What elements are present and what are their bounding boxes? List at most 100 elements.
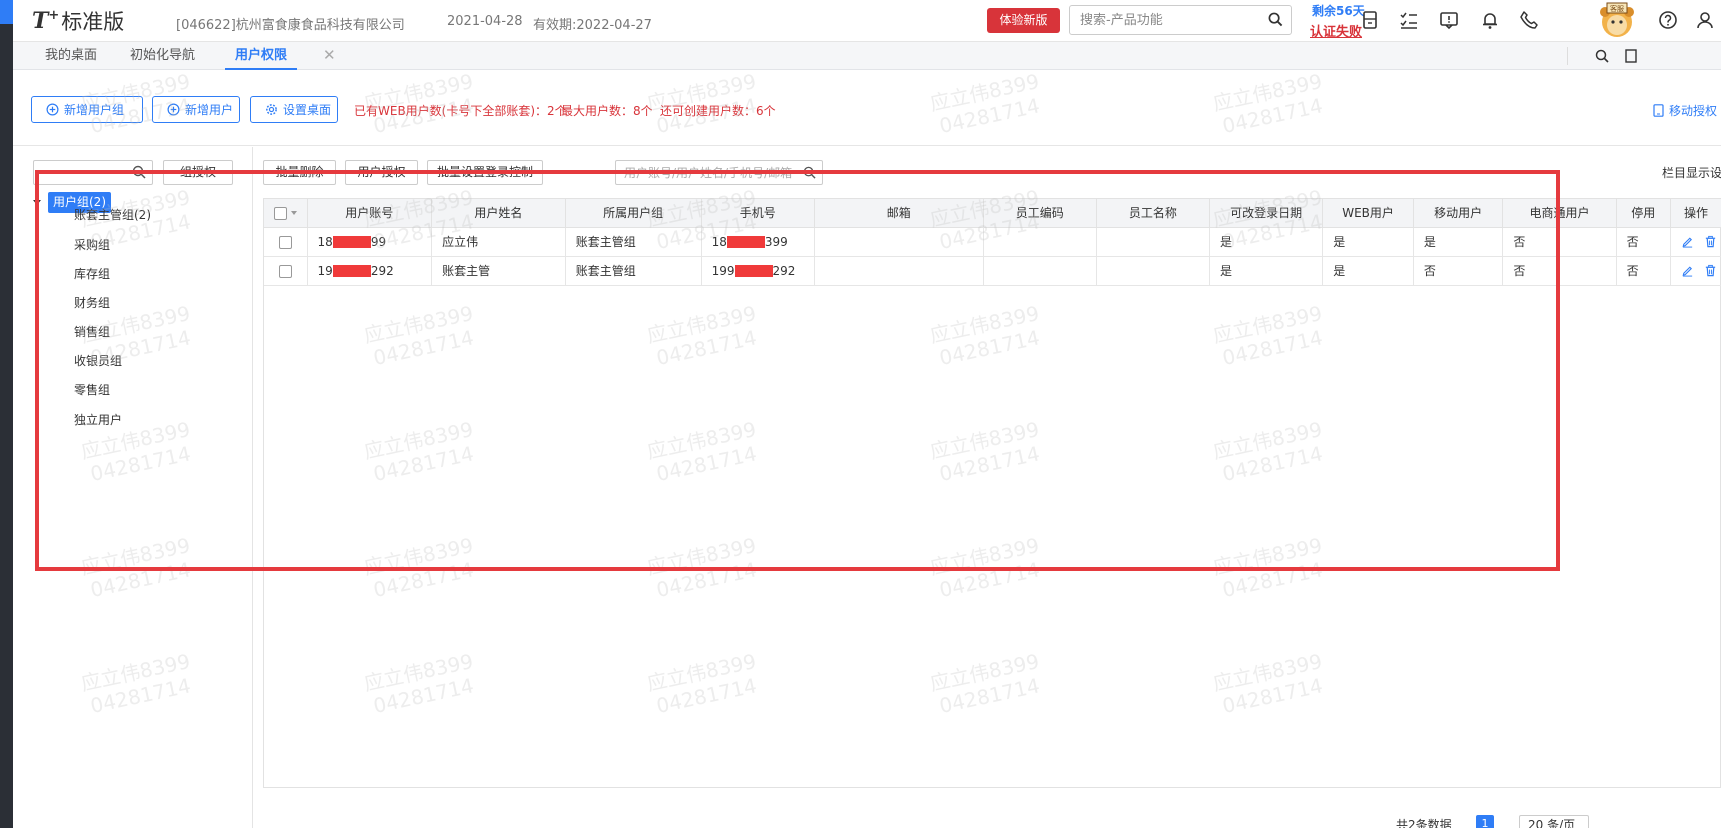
tree-item-admin-group[interactable]: 账套主管组(2) [74, 206, 151, 223]
tree-item-independent-users[interactable]: 独立用户 [74, 411, 122, 428]
app-window: T + 标准版 [046622]杭州富食康食品科技有限公司 2021-04-28 有… [13, 0, 1721, 828]
tree-item-retail-group[interactable]: 零售组 [74, 381, 110, 398]
user-list-panel: 批量删除 用户授权 批量设置登录控制 栏目显示设置 用户账号 用户姓名 [254, 147, 1721, 828]
phone-cell: 18 399 [701, 227, 815, 257]
redaction-bar [332, 265, 371, 277]
notification-bell-icon[interactable] [1479, 9, 1501, 31]
column-header[interactable]: 停用 [1616, 199, 1671, 228]
edit-icon[interactable] [1681, 264, 1694, 277]
disabled-cell: 否 [1616, 227, 1671, 257]
column-header[interactable]: 移动用户 [1413, 199, 1504, 228]
product-search-input[interactable] [1070, 6, 1255, 34]
auth-failed-link[interactable]: 认证失败 [1310, 21, 1362, 40]
table-row[interactable]: 18 99 应立伟 账套主管组 18 399 是 是 是 否 否 [264, 227, 1721, 257]
tree-item-sales-group[interactable]: 销售组 [74, 323, 110, 340]
plus-circle-icon [167, 103, 180, 116]
close-tab-icon[interactable]: ✕ [323, 46, 336, 64]
try-new-version-button[interactable]: 体验新版 [987, 8, 1060, 33]
group-cell: 账套主管组 [565, 256, 702, 286]
message-icon[interactable] [1438, 9, 1460, 31]
customer-service-mascot-icon[interactable]: 客服 [1596, 0, 1638, 40]
column-header[interactable]: 员工名称 [1096, 199, 1211, 228]
add-user-group-button[interactable]: 新增用户组 [31, 96, 143, 123]
task-list-icon[interactable] [1398, 9, 1420, 31]
column-header[interactable]: 员工编码 [983, 199, 1097, 228]
page-number-button[interactable]: 1 [1476, 815, 1494, 828]
calculator-icon[interactable] [1359, 9, 1381, 31]
search-icon[interactable] [132, 165, 146, 179]
table-row[interactable]: 19 292 账套主管 账套主管组 199 292 是 是 否 否 否 [264, 256, 1721, 286]
column-header[interactable]: 邮箱 [814, 199, 984, 228]
group-search-input[interactable] [33, 160, 153, 185]
phone-cell: 199 292 [701, 256, 815, 286]
column-header[interactable]: 可改登录日期 [1209, 199, 1324, 228]
mascot-label: 客服 [1610, 4, 1624, 13]
set-desktop-button[interactable]: 设置桌面 [250, 96, 338, 123]
tree-item-finance-group[interactable]: 财务组 [74, 294, 110, 311]
column-header[interactable]: 电商通用户 [1502, 199, 1617, 228]
user-authorize-button[interactable]: 用户授权 [345, 160, 418, 185]
product-search [1069, 5, 1292, 35]
select-all-header[interactable] [264, 199, 308, 228]
account-cell: 19 292 [307, 256, 433, 286]
column-header[interactable]: 用户姓名 [431, 199, 566, 228]
product-logo[interactable]: T + 标准版 [32, 7, 124, 35]
mobile-phone-icon [1653, 104, 1664, 117]
batch-delete-button[interactable]: 批量删除 [263, 160, 336, 185]
help-icon[interactable] [1657, 9, 1679, 31]
page-size-select[interactable]: 20 条/页 [1519, 815, 1589, 828]
user-table: 用户账号 用户姓名 所属用户组 手机号 邮箱 员工编码 员工名称 可改登录日期 … [263, 198, 1721, 788]
column-header[interactable]: 手机号 [701, 199, 815, 228]
account-cell: 18 99 [307, 227, 433, 257]
tab-search-icon[interactable] [1595, 49, 1609, 63]
column-header[interactable]: 用户账号 [307, 199, 433, 228]
tree-item-purchase-group[interactable]: 采购组 [74, 236, 110, 253]
column-header[interactable]: 所属用户组 [565, 199, 702, 228]
delete-icon[interactable] [1704, 235, 1717, 248]
operations-cell [1670, 227, 1721, 257]
expand-icon[interactable] [1625, 49, 1637, 63]
row-checkbox[interactable] [278, 235, 292, 249]
employee-name-cell [1096, 227, 1211, 257]
search-icon[interactable] [803, 166, 816, 179]
chevron-down-icon[interactable] [290, 211, 297, 216]
row-select-cell[interactable] [264, 227, 308, 257]
logo-plus: + [48, 7, 59, 23]
select-all-checkbox[interactable] [273, 206, 287, 220]
delete-icon[interactable] [1704, 264, 1717, 277]
window-edge [0, 0, 13, 828]
tab-my-desktop[interactable]: 我的桌面 [45, 42, 97, 70]
mobile-auth-link[interactable]: 移动授权 [1653, 102, 1717, 119]
employee-name-cell [1096, 256, 1211, 286]
phone-icon[interactable] [1518, 9, 1540, 31]
edit-icon[interactable] [1681, 235, 1694, 248]
user-search [615, 160, 823, 185]
tree-item-cashier-group[interactable]: 收银员组 [74, 352, 122, 369]
user-account-icon[interactable] [1694, 9, 1716, 31]
ecommerce-user-cell: 否 [1502, 227, 1617, 257]
remaining-days: 剩余56天 [1312, 4, 1365, 18]
group-authorize-button[interactable]: 组授权 [163, 160, 233, 185]
caret-down-icon[interactable] [33, 199, 41, 205]
add-user-button[interactable]: 新增用户 [152, 96, 240, 123]
tab-user-permission[interactable]: 用户权限 [225, 42, 298, 70]
available-user-count: 还可创建用户数：6个 [660, 104, 776, 118]
column-header[interactable]: WEB用户 [1322, 199, 1414, 228]
window-edge-mark [0, 0, 13, 24]
tab-init-guide[interactable]: 初始化导航 [130, 42, 195, 70]
tree-item-inventory-group[interactable]: 库存组 [74, 265, 110, 282]
search-icon[interactable] [1268, 12, 1283, 27]
gear-icon [266, 104, 277, 115]
user-group-panel: 组授权 用户组(2) 账套主管组(2) 采购组 库存组 财务组 销售组 收银员组… [13, 147, 253, 828]
add-user-label: 新增用户 [185, 103, 234, 117]
ecommerce-user-cell: 否 [1502, 256, 1617, 286]
email-cell [814, 227, 984, 257]
column-display-settings-link[interactable]: 栏目显示设置 [1662, 164, 1721, 181]
redaction-bar [734, 265, 773, 277]
email-cell [814, 256, 984, 286]
batch-login-control-button[interactable]: 批量设置登录控制 [427, 160, 543, 185]
mobile-user-cell: 否 [1413, 256, 1504, 286]
row-select-cell[interactable] [264, 256, 308, 286]
user-search-input[interactable] [616, 161, 796, 184]
row-checkbox[interactable] [278, 264, 292, 278]
